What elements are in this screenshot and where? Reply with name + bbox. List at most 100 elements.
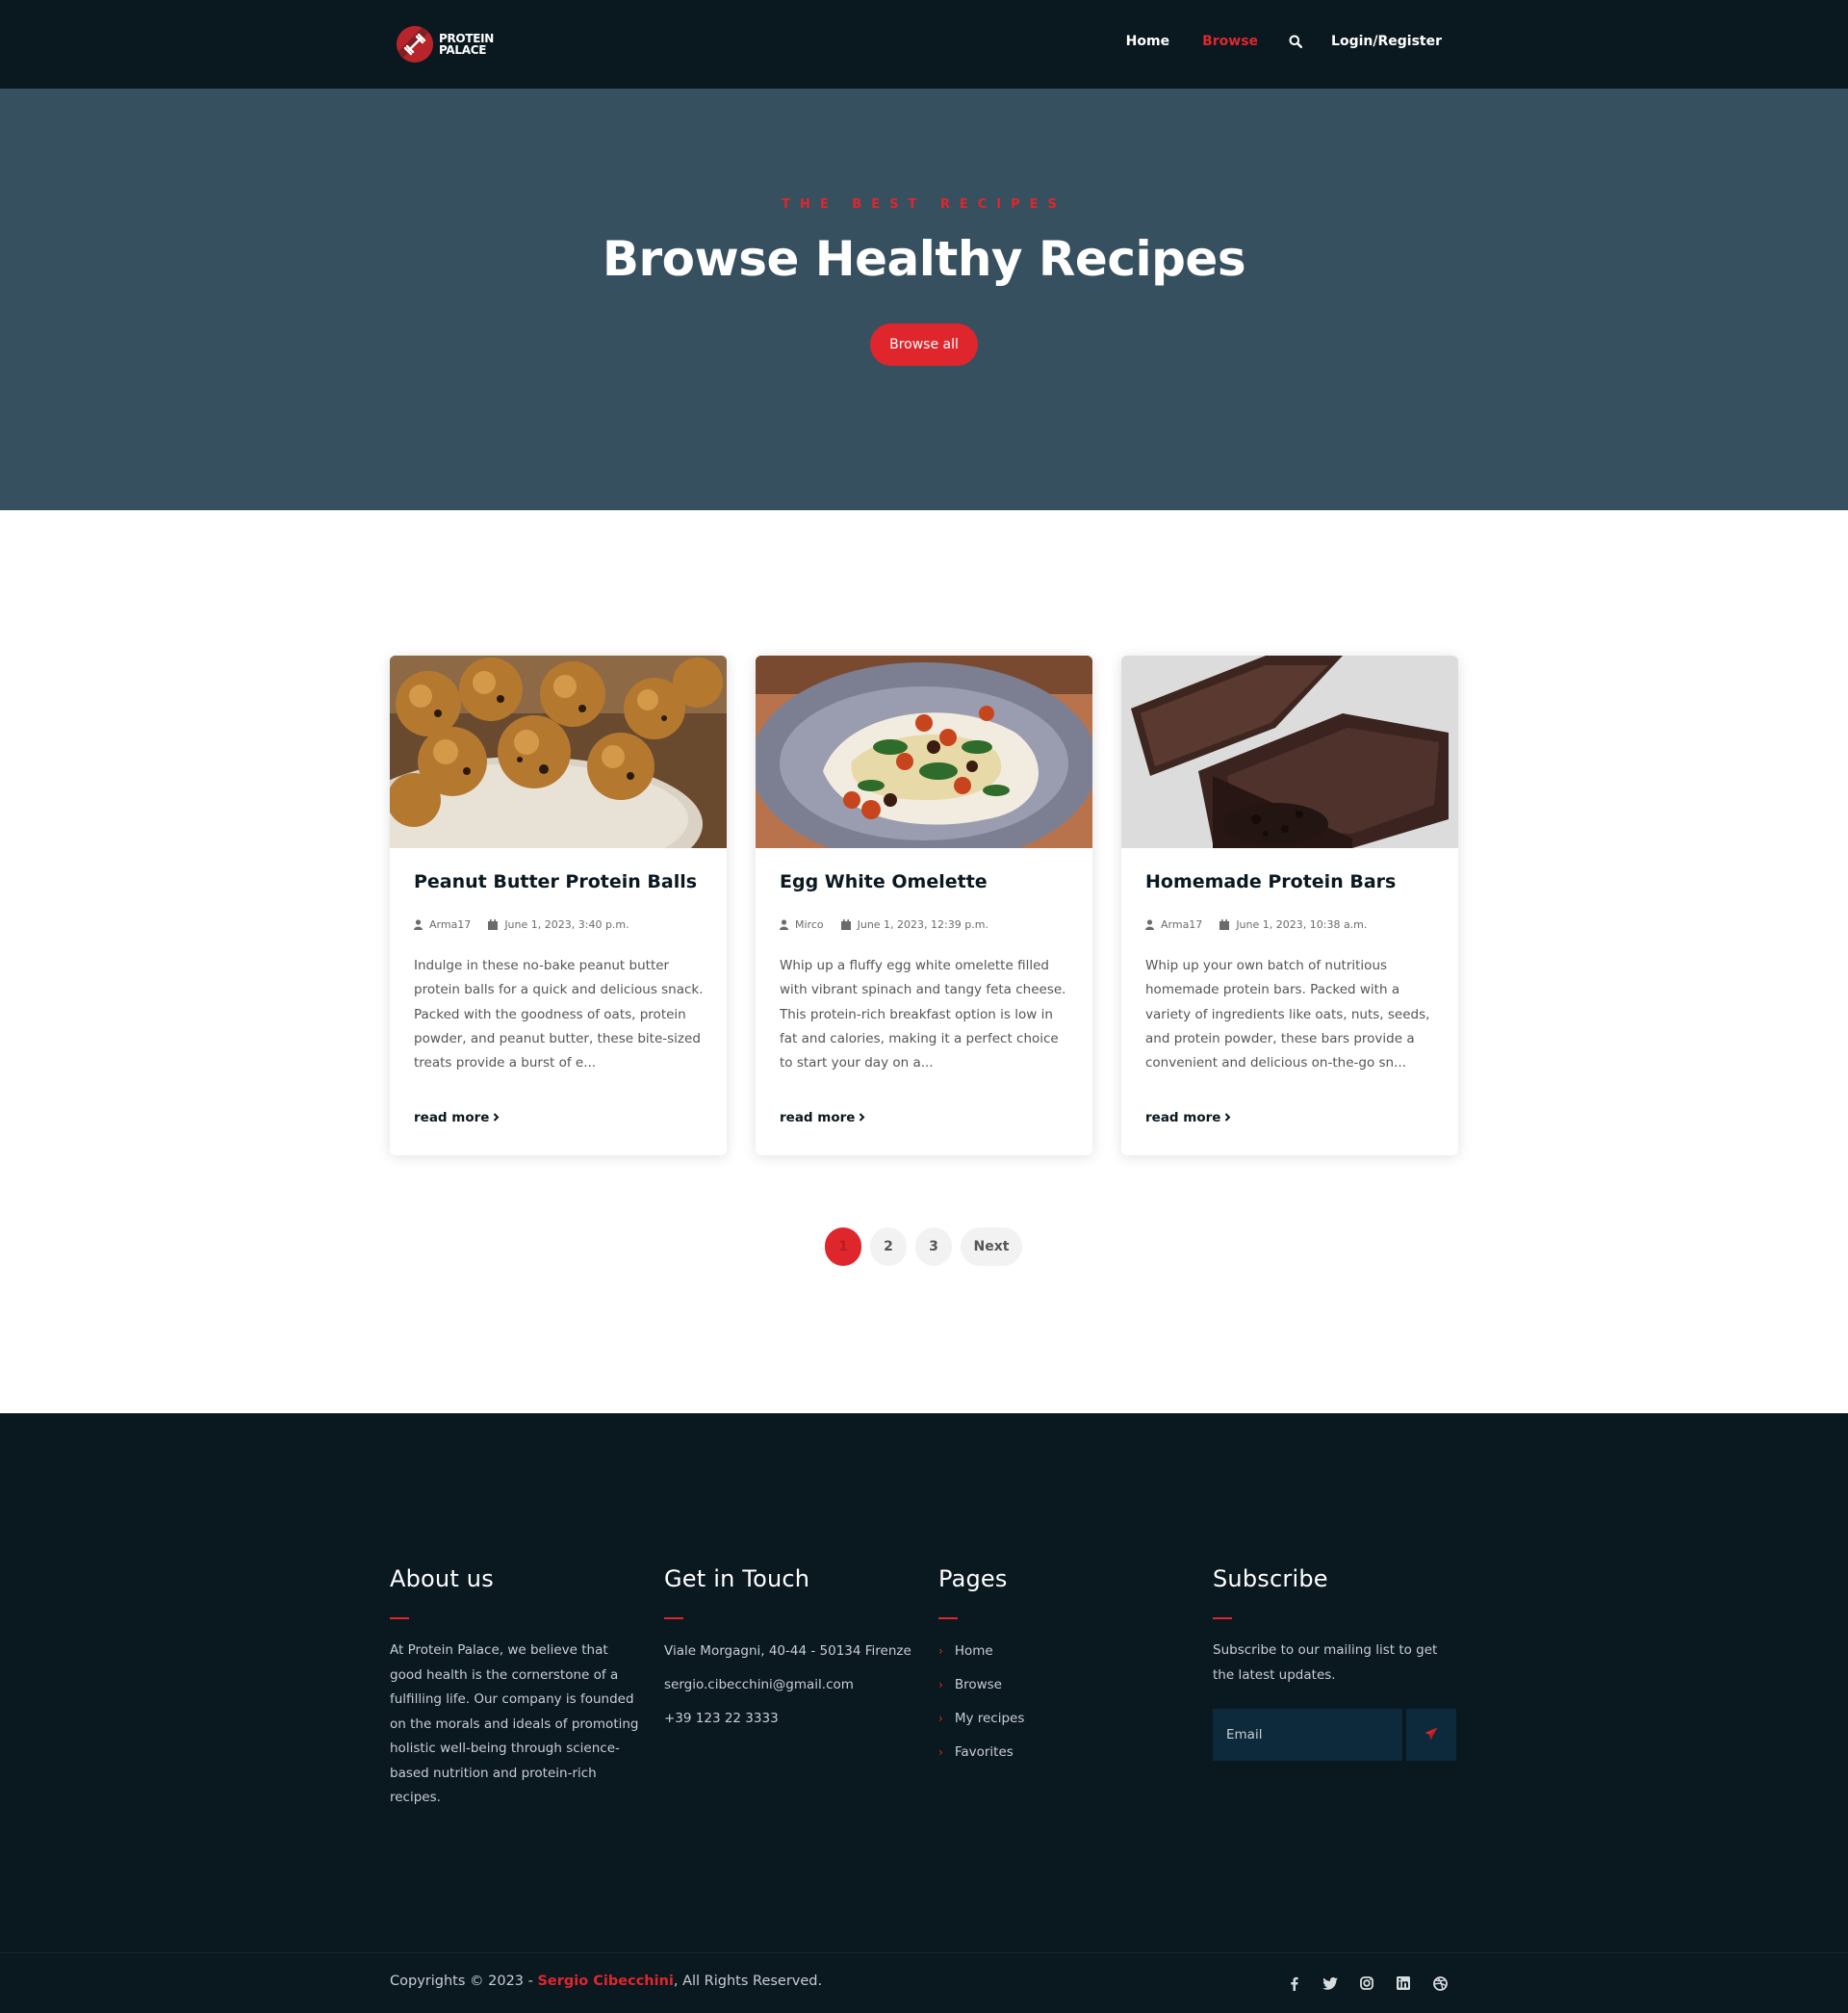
card-description: Indulge in these no-bake peanut butter p… (414, 958, 704, 1071)
footer-contact: Get in Touch Viale Morgagni, 40-44 - 501… (664, 1565, 924, 1736)
site-header: PROTEIN PALACE Home Browse Login/Registe… (0, 0, 1848, 89)
hero-eyebrow: THE BEST RECIPES (782, 197, 1066, 212)
contact-list: Viale Morgagni, 40-44 - 50134 Firenze se… (664, 1635, 924, 1736)
card-date: June 1, 2023, 10:38 a.m. (1236, 918, 1368, 931)
footer-about: About us At Protein Palace, we believe t… (390, 1565, 640, 1811)
footer-subscribe-heading: Subscribe (1213, 1565, 1328, 1592)
footer-link-my-recipes[interactable]: › My recipes (938, 1702, 1169, 1736)
protein-balls-image[interactable] (390, 656, 727, 848)
chevron-right-icon (493, 1110, 500, 1125)
next-page-button[interactable]: Next (961, 1227, 1022, 1266)
contact-address: Viale Morgagni, 40-44 - 50134 Firenze (664, 1643, 911, 1659)
copyright-prefix: Copyrights © 2023 - (390, 1974, 538, 1989)
read-more-link[interactable]: read more (1145, 1110, 1231, 1125)
calendar-icon (840, 919, 851, 930)
nav-home-link[interactable]: Home (1126, 34, 1169, 49)
calendar-icon (488, 919, 499, 930)
contact-email[interactable]: sergio.cibecchini@gmail.com (664, 1668, 924, 1702)
copyright-suffix: , All Rights Reserved. (673, 1974, 823, 1989)
chevron-right-icon: › (938, 1745, 943, 1759)
heading-divider (1213, 1617, 1232, 1619)
page-2-button[interactable]: 2 (870, 1227, 907, 1266)
subscribe-form (1213, 1709, 1459, 1761)
card-meta: Mirco June 1, 2023, 12:39 p.m. (780, 918, 988, 931)
dumbbell-logo-icon (397, 26, 433, 63)
footer-subscribe-text: Subscribe to our mailing list to get the… (1213, 1642, 1438, 1683)
card-author: Arma17 (429, 918, 472, 931)
read-more-label: read more (1145, 1110, 1221, 1125)
footer-divider (0, 1952, 1848, 1953)
card-author: Arma17 (1161, 918, 1203, 931)
calendar-icon (1219, 919, 1230, 930)
facebook-icon[interactable] (1285, 1974, 1302, 1992)
nav-login-link[interactable]: Login/Register (1331, 34, 1442, 49)
read-more-label: read more (780, 1110, 856, 1125)
card-author: Mirco (795, 918, 824, 931)
footer-about-text: At Protein Palace, we believe that good … (390, 1642, 639, 1805)
heading-divider (664, 1617, 683, 1619)
twitter-icon[interactable] (1322, 1974, 1339, 1992)
user-icon (1145, 919, 1154, 930)
browse-all-button[interactable]: Browse all (870, 323, 978, 366)
card-meta: Arma17 June 1, 2023, 10:38 a.m. (1145, 918, 1367, 931)
read-more-label: read more (414, 1110, 490, 1125)
linkedin-icon[interactable] (1395, 1974, 1412, 1992)
card-title[interactable]: Homemade Protein Bars (1145, 871, 1396, 892)
read-more-link[interactable]: read more (414, 1110, 500, 1125)
logo-line-2: PALACE (439, 43, 487, 57)
author-link[interactable]: Sergio Cibecchini (537, 1974, 673, 1989)
nav-browse-link[interactable]: Browse (1202, 34, 1258, 49)
instagram-icon[interactable] (1358, 1974, 1375, 1992)
hero-title: Browse Healthy Recipes (602, 231, 1246, 287)
social-links (1285, 1974, 1449, 1992)
site-footer: About us At Protein Palace, we believe t… (0, 1413, 1848, 2013)
recipe-card: Homemade Protein Bars Arma17 June 1, 202… (1121, 656, 1458, 1155)
heading-divider (390, 1617, 409, 1619)
page-1-button[interactable]: 1 (825, 1227, 861, 1266)
footer-link-label: Home (954, 1643, 993, 1659)
site-logo[interactable]: PROTEIN PALACE (397, 25, 494, 64)
card-description: Whip up a fluffy egg white omelette fill… (780, 958, 1066, 1071)
footer-pages-heading: Pages (938, 1565, 1008, 1592)
recipe-card: Egg White Omelette Mirco June 1, 2023, 1… (756, 656, 1092, 1155)
footer-link-label: Favorites (954, 1744, 1014, 1760)
card-meta: Arma17 June 1, 2023, 3:40 p.m. (414, 918, 629, 931)
chevron-right-icon (859, 1110, 865, 1125)
main-nav: Home Browse Login/Register (1126, 29, 1442, 54)
footer-link-label: Browse (954, 1677, 1002, 1692)
chevron-right-icon (1224, 1110, 1231, 1125)
footer-contact-heading: Get in Touch (664, 1565, 810, 1592)
card-title[interactable]: Peanut Butter Protein Balls (414, 871, 697, 892)
footer-page-links: › Home › Browse › My recipes › Favorites (938, 1635, 1169, 1769)
chevron-right-icon: › (938, 1712, 943, 1725)
card-date: June 1, 2023, 3:40 p.m. (504, 918, 629, 931)
card-title[interactable]: Egg White Omelette (780, 871, 988, 892)
paper-plane-icon (1424, 1727, 1438, 1743)
footer-about-heading: About us (390, 1565, 494, 1592)
user-icon (780, 919, 788, 930)
heading-divider (938, 1617, 958, 1619)
copyright: Copyrights © 2023 - Sergio Cibecchini, A… (390, 1974, 822, 1989)
contact-phone[interactable]: +39 123 22 3333 (664, 1702, 924, 1736)
footer-link-browse[interactable]: › Browse (938, 1668, 1169, 1702)
dribbble-icon[interactable] (1431, 1974, 1449, 1992)
email-input[interactable] (1213, 1709, 1402, 1761)
chevron-right-icon: › (938, 1678, 943, 1691)
read-more-link[interactable]: read more (780, 1110, 865, 1125)
footer-subscribe: Subscribe Subscribe to our mailing list … (1213, 1565, 1459, 1761)
footer-link-label: My recipes (954, 1711, 1025, 1726)
subscribe-button[interactable] (1406, 1709, 1456, 1761)
footer-link-home[interactable]: › Home (938, 1635, 1169, 1668)
hero-section: THE BEST RECIPES Browse Healthy Recipes … (0, 89, 1848, 510)
protein-bars-image[interactable] (1121, 656, 1458, 848)
footer-link-favorites[interactable]: › Favorites (938, 1736, 1169, 1769)
egg-omelette-image[interactable] (756, 656, 1092, 848)
search-icon[interactable] (1289, 35, 1303, 48)
user-icon (414, 919, 423, 930)
page-3-button[interactable]: 3 (915, 1227, 952, 1266)
recipe-card: Peanut Butter Protein Balls Arma17 June … (390, 656, 727, 1155)
card-description: Whip up your own batch of nutritious hom… (1145, 958, 1430, 1071)
logo-wordmark: PROTEIN PALACE (439, 33, 494, 56)
chevron-right-icon: › (938, 1644, 943, 1658)
pagination: 1 2 3 Next (825, 1227, 1022, 1266)
